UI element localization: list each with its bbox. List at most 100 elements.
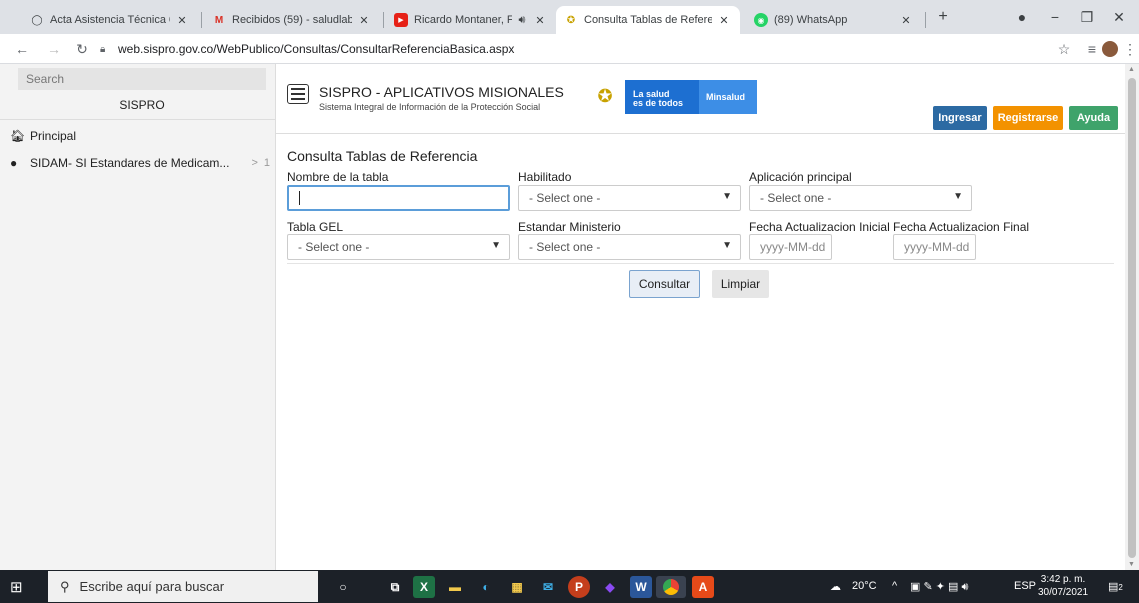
window-close-icon[interactable]: ✕ (1104, 6, 1134, 28)
page-title: Consulta Tablas de Referencia (287, 148, 478, 164)
windows-taskbar: ⊞ ⚲ Escribe aquí para buscar ○ ⧉ X ▬ ◐ ▦… (0, 570, 1139, 603)
profile-menu-icon[interactable]: ● (1007, 6, 1037, 28)
weather-cloud-icon: ☁ (830, 581, 841, 593)
edge-icon[interactable]: ◐ (475, 576, 497, 598)
task-view-icon[interactable]: ⧉ (384, 576, 406, 598)
scroll-down-icon: ▼ (1128, 561, 1135, 568)
windows-start-icon[interactable]: ⊞ (10, 578, 23, 596)
aplicacion-select[interactable]: - Select one - ▼ (749, 185, 972, 211)
estandar-select[interactable]: - Select one - ▼ (518, 234, 741, 260)
sidebar-item-principal[interactable]: 🏠︎ Principal (0, 124, 276, 148)
ingresar-button[interactable]: Ingresar (933, 106, 987, 130)
hamburger-menu-icon[interactable] (287, 84, 309, 104)
sidebar-item-sidam[interactable]: ● SIDAM- SI Estandares de Medicam... > 1 (0, 151, 276, 175)
whatsapp-icon: ◉ (754, 13, 768, 27)
mail-icon[interactable]: ✉ (537, 576, 559, 598)
tab-title: Acta Asistencia Técnica 03 de (50, 14, 170, 26)
maximize-icon[interactable]: ❐ (1072, 6, 1102, 28)
close-icon[interactable]: ✕ (532, 14, 548, 27)
new-tab-button[interactable]: + (928, 6, 958, 28)
taskbar-search-input[interactable]: ⚲ Escribe aquí para buscar (48, 571, 318, 602)
close-icon[interactable]: ✕ (716, 14, 732, 27)
close-icon[interactable]: ✕ (898, 14, 914, 27)
tray-icons[interactable]: ▣ ✎ ✦ ▤ 🔊︎ (910, 580, 968, 594)
sidebar-search-input[interactable]: Search (18, 68, 266, 90)
sidebar-item-label: Principal (30, 129, 77, 143)
site-subtitle: Sistema Integral de Información de la Pr… (319, 102, 541, 112)
notification-icon[interactable]: ▤2 (1108, 580, 1123, 593)
sidebar-item-count: 1 (263, 157, 270, 169)
close-icon[interactable]: ✕ (356, 14, 372, 27)
address-bar: ← → ↻ 🔒︎ web.sispro.gov.co/WebPublico/Co… (0, 34, 1139, 64)
tabla-gel-select[interactable]: - Select one - ▼ (287, 234, 510, 260)
clock[interactable]: 3:42 p. m. 30/07/2021 (1038, 573, 1088, 599)
reading-list-icon[interactable]: ≡ (1082, 40, 1102, 58)
language-indicator[interactable]: ESP (1014, 580, 1036, 592)
habilitado-select[interactable]: - Select one - ▼ (518, 185, 741, 211)
sidebar-title: SISPRO (119, 98, 165, 112)
estandar-label: Estandar Ministerio (518, 220, 621, 234)
registrarse-button[interactable]: Registrarse (993, 106, 1063, 130)
chrome-icon[interactable] (656, 576, 686, 598)
nombre-tabla-input[interactable] (287, 185, 510, 211)
cortana-icon[interactable]: ○ (332, 576, 354, 598)
fecha-final-input[interactable]: yyyy-MM-dd (893, 234, 976, 260)
minimize-icon[interactable]: − (1040, 6, 1070, 28)
gmail-icon: M (214, 14, 224, 26)
ayuda-button[interactable]: Ayuda (1069, 106, 1118, 130)
sidebar-item-label: SIDAM- SI Estandares de Medicam... (30, 156, 230, 170)
habilitado-label: Habilitado (518, 170, 572, 184)
page-content: Search SISPRO 🏠︎ Principal ● SIDAM- SI E… (0, 64, 1139, 570)
back-arrow-icon[interactable]: ← (12, 40, 32, 58)
pdf-reader-icon[interactable]: A (692, 576, 714, 598)
tab-gmail[interactable]: M Recibidos (59) - saludlaboral ✕ (204, 6, 380, 34)
chevron-down-icon: ▼ (491, 240, 501, 251)
minsalud-label: Minsalud (699, 80, 757, 114)
tab-title: Recibidos (59) - saludlaboral (232, 14, 352, 26)
globe-icon: ◯ (31, 14, 43, 26)
brave-icon[interactable]: ◆ (599, 576, 621, 598)
url-field[interactable]: 🔒︎ web.sispro.gov.co/WebPublico/Consulta… (100, 38, 1100, 60)
store-icon[interactable]: ▦ (506, 576, 528, 598)
limpiar-button[interactable]: Limpiar (712, 270, 769, 298)
fecha-inicial-input[interactable]: yyyy-MM-dd (749, 234, 832, 260)
reload-icon[interactable]: ↻ (72, 40, 92, 58)
colombia-crest-logo: ✪ (597, 85, 613, 106)
close-icon[interactable]: ✕ (174, 14, 190, 27)
avatar[interactable] (1100, 40, 1120, 58)
colombia-crest-icon: ✪ (566, 14, 576, 26)
tab-title: Ricardo Montaner, Franc (414, 14, 512, 26)
forward-arrow-icon[interactable]: → (44, 40, 64, 58)
site-header: SISPRO - APLICATIVOS MISIONALES Sistema … (276, 64, 1125, 134)
file-explorer-icon[interactable]: ▬ (444, 576, 466, 598)
chevron-down-icon: ▼ (953, 191, 963, 202)
word-icon[interactable]: W (630, 576, 652, 598)
speaker-icon[interactable]: 🔊︎ (516, 14, 528, 27)
sidam-icon: ● (10, 156, 18, 170)
powerpoint-icon[interactable]: P (568, 576, 590, 598)
excel-icon[interactable]: X (413, 576, 435, 598)
nombre-label: Nombre de la tabla (287, 170, 389, 184)
sidebar: Search SISPRO 🏠︎ Principal ● SIDAM- SI E… (0, 64, 276, 570)
page-scrollbar[interactable]: ▲ ▼ (1125, 64, 1139, 570)
browser-menu-icon[interactable]: ⋮ (1120, 40, 1139, 58)
browser-tab-strip: ◯ Acta Asistencia Técnica 03 de ✕ M Reci… (0, 0, 1139, 34)
chevron-right-icon: > (251, 157, 258, 169)
tab-consulta-tablas[interactable]: ✪ Consulta Tablas de Referencia ✕ (556, 6, 740, 34)
bookmark-star-icon[interactable]: ☆ (1054, 40, 1074, 58)
tab-title: Consulta Tablas de Referencia (584, 14, 712, 26)
tab-youtube[interactable]: ▶ Ricardo Montaner, Franc 🔊︎ ✕ (386, 6, 556, 34)
home-icon: 🏠︎ (10, 129, 26, 143)
scrollbar-thumb[interactable] (1128, 78, 1136, 558)
tab-whatsapp[interactable]: ◉ (89) WhatsApp ✕ (746, 6, 922, 34)
tray-chevron-up-icon[interactable]: ^ (892, 580, 897, 592)
tabla-gel-label: Tabla GEL (287, 220, 344, 234)
lock-icon: 🔒︎ (100, 44, 106, 55)
salud-slogan: La salud es de todos (625, 80, 699, 114)
weather-temp[interactable]: 20°C (852, 580, 877, 592)
gov-banner: La salud es de todos Minsalud (625, 80, 757, 114)
consultar-button[interactable]: Consultar (629, 270, 700, 298)
tab-acta-asistencia[interactable]: ◯ Acta Asistencia Técnica 03 de ✕ (22, 6, 198, 34)
tab-title: (89) WhatsApp (774, 14, 848, 26)
divider (0, 119, 276, 120)
